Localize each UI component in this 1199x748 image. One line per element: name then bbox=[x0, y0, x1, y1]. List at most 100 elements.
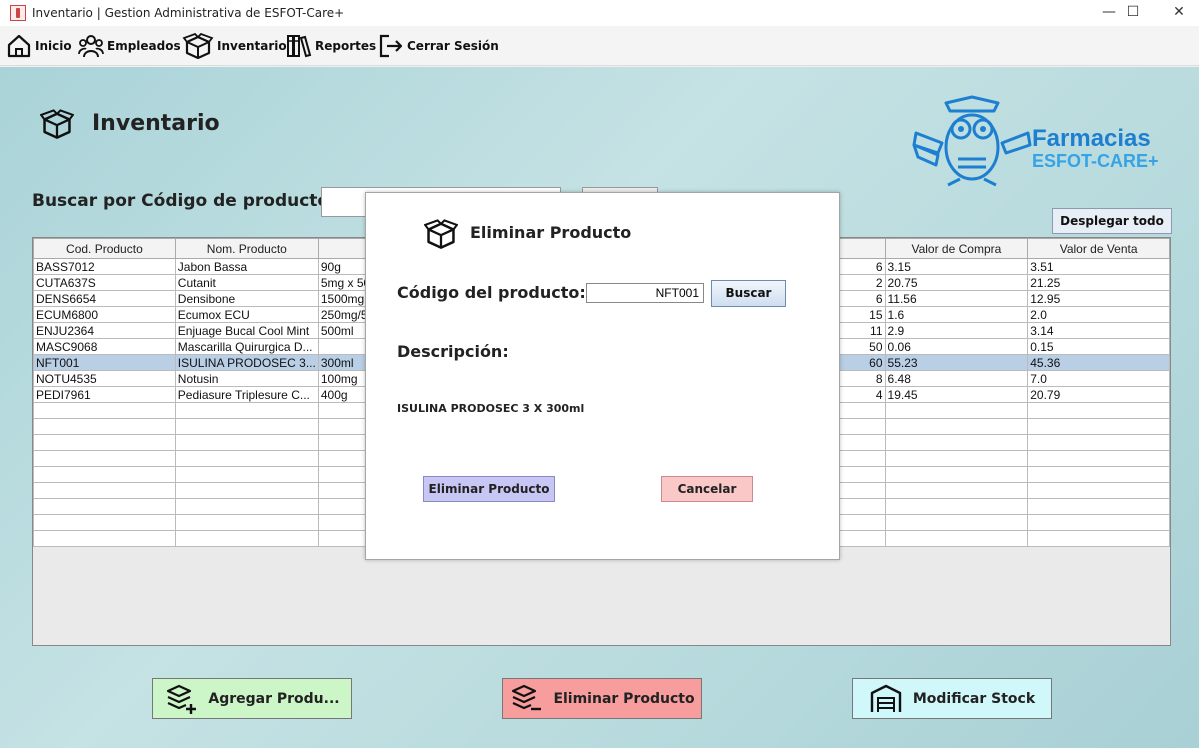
table-cell: 6.48 bbox=[884, 370, 1029, 387]
table-cell bbox=[174, 482, 319, 499]
description-label: Descripción: bbox=[397, 342, 509, 361]
table-cell: 2.9 bbox=[884, 322, 1029, 339]
table-cell bbox=[33, 418, 176, 435]
table-cell: 11.56 bbox=[884, 290, 1029, 307]
table-cell bbox=[884, 402, 1029, 419]
table-cell: 0.06 bbox=[884, 338, 1029, 355]
table-cell: NOTU4535 bbox=[33, 370, 176, 387]
logo-line1: Farmacias bbox=[1032, 125, 1151, 152]
expand-all-button[interactable]: Desplegar todo bbox=[1052, 208, 1172, 234]
column-header[interactable]: Nom. Producto bbox=[174, 238, 319, 259]
table-cell bbox=[174, 466, 319, 483]
add-product-label: Agregar Produ... bbox=[208, 690, 340, 707]
table-cell: Cutanit bbox=[174, 274, 319, 291]
dialog-title: Eliminar Producto bbox=[470, 223, 632, 242]
table-cell: Pediasure Triplesure C... bbox=[174, 386, 319, 403]
table-cell: ISULINA PRODOSEC 3... bbox=[174, 354, 319, 371]
table-cell: 1.6 bbox=[884, 306, 1029, 323]
table-cell bbox=[884, 530, 1029, 547]
java-app-icon bbox=[10, 5, 26, 21]
table-cell: 0.15 bbox=[1027, 338, 1170, 355]
table-cell bbox=[1027, 514, 1170, 531]
table-cell: Ecumox ECU bbox=[174, 306, 319, 323]
add-product-button[interactable]: Agregar Produ... bbox=[152, 678, 352, 719]
table-cell: 20.75 bbox=[884, 274, 1029, 291]
table-cell: 3.14 bbox=[1027, 322, 1170, 339]
menu-item-inventario[interactable]: Inventario bbox=[182, 32, 287, 60]
box-icon bbox=[40, 109, 74, 139]
table-cell bbox=[33, 450, 176, 467]
table-cell bbox=[1027, 434, 1170, 451]
table-cell bbox=[174, 498, 319, 515]
table-cell bbox=[1027, 530, 1170, 547]
delete-product-dialog: Eliminar Producto Código del producto: N… bbox=[365, 192, 840, 560]
table-cell: 45.36 bbox=[1027, 354, 1170, 371]
table-cell: Enjuage Bucal Cool Mint bbox=[174, 322, 319, 339]
menu-item-reportes[interactable]: Reportes bbox=[286, 32, 376, 60]
warehouse-icon bbox=[870, 684, 902, 712]
table-cell bbox=[174, 402, 319, 419]
table-cell: ENJU2364 bbox=[33, 322, 176, 339]
table-cell bbox=[174, 418, 319, 435]
table-cell: 55.23 bbox=[884, 354, 1029, 371]
menu-item-label: Inicio bbox=[35, 39, 72, 53]
table-cell bbox=[884, 434, 1029, 451]
dialog-search-button[interactable]: Buscar bbox=[711, 280, 786, 307]
window-title: Inventario | Gestion Administrativa de E… bbox=[32, 6, 345, 20]
menu-item-cerrar-sesion[interactable]: Cerrar Sesión bbox=[378, 32, 499, 60]
table-cell: Jabon Bassa bbox=[174, 258, 319, 275]
delete-product-label: Eliminar Producto bbox=[553, 690, 695, 707]
column-header[interactable]: Cod. Producto bbox=[33, 238, 176, 259]
table-cell: DENS6654 bbox=[33, 290, 176, 307]
menu-item-inicio[interactable]: Inicio bbox=[6, 32, 72, 60]
window-titlebar: Inventario | Gestion Administrativa de E… bbox=[0, 0, 1199, 26]
table-cell: 7.0 bbox=[1027, 370, 1170, 387]
close-button[interactable]: ✕ bbox=[1156, 0, 1199, 26]
modify-stock-label: Modificar Stock bbox=[912, 690, 1036, 707]
maximize-button[interactable]: ☐ bbox=[1110, 0, 1156, 26]
table-cell: Mascarilla Quirurgica D... bbox=[174, 338, 319, 355]
table-cell: 2.0 bbox=[1027, 306, 1170, 323]
table-cell: BASS7012 bbox=[33, 258, 176, 275]
table-cell bbox=[33, 402, 176, 419]
table-cell bbox=[174, 450, 319, 467]
table-cell bbox=[33, 514, 176, 531]
column-header[interactable]: Valor de Compra bbox=[884, 238, 1029, 259]
table-cell: PEDI7961 bbox=[33, 386, 176, 403]
page-title: Inventario bbox=[92, 111, 220, 136]
table-cell: 3.51 bbox=[1027, 258, 1170, 275]
box-icon bbox=[182, 33, 214, 59]
menu-item-empleados[interactable]: Empleados bbox=[78, 32, 181, 60]
table-cell: Densibone bbox=[174, 290, 319, 307]
logo-line2: ESFOT-CARE+ bbox=[1032, 151, 1159, 171]
table-cell: 3.15 bbox=[884, 258, 1029, 275]
home-icon bbox=[7, 34, 31, 58]
column-header[interactable]: Valor de Venta bbox=[1027, 238, 1170, 259]
search-label: Buscar por Código de producto: bbox=[32, 191, 336, 211]
table-cell bbox=[1027, 482, 1170, 499]
menu-item-label: Cerrar Sesión bbox=[407, 39, 499, 53]
table-cell: 12.95 bbox=[1027, 290, 1170, 307]
table-cell bbox=[174, 514, 319, 531]
books-icon bbox=[287, 35, 312, 58]
menu-item-label: Reportes bbox=[315, 39, 377, 53]
table-cell bbox=[1027, 418, 1170, 435]
delete-product-button[interactable]: Eliminar Producto bbox=[502, 678, 702, 719]
layers-plus-icon bbox=[167, 684, 197, 714]
confirm-delete-button[interactable]: Eliminar Producto bbox=[423, 476, 555, 502]
table-cell bbox=[884, 466, 1029, 483]
table-cell bbox=[33, 466, 176, 483]
product-code-input[interactable]: NFT001 bbox=[586, 283, 704, 303]
table-cell bbox=[33, 530, 176, 547]
cancel-button[interactable]: Cancelar bbox=[661, 476, 753, 502]
table-cell bbox=[884, 514, 1029, 531]
modify-stock-button[interactable]: Modificar Stock bbox=[852, 678, 1052, 719]
table-cell bbox=[33, 482, 176, 499]
table-cell bbox=[884, 498, 1029, 515]
table-cell: 19.45 bbox=[884, 386, 1029, 403]
product-code-label: Código del producto: bbox=[397, 283, 586, 302]
table-cell: CUTA637S bbox=[33, 274, 176, 291]
logout-icon bbox=[379, 34, 403, 58]
menu-item-label: Empleados bbox=[107, 39, 181, 53]
table-cell: NFT001 bbox=[33, 354, 176, 371]
